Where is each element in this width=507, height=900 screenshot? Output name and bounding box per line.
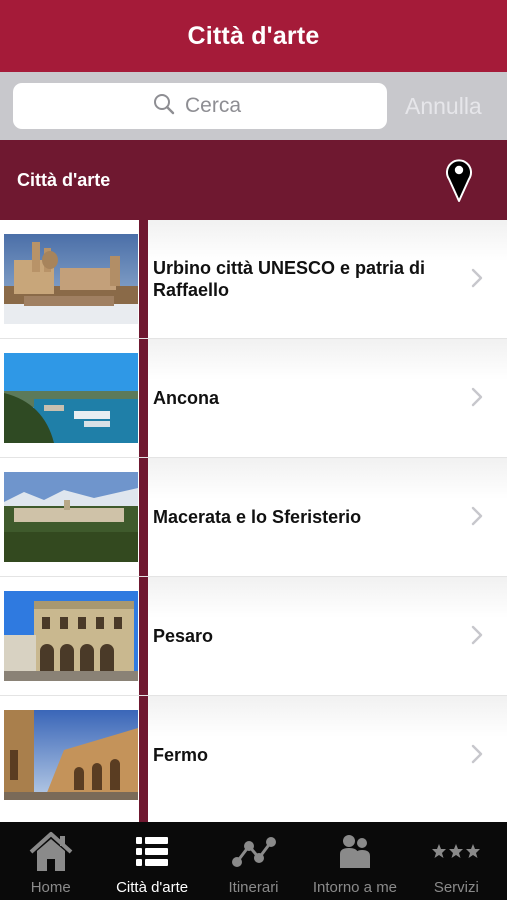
section-title: Città d'arte — [17, 169, 111, 190]
tab-label: Itinerari — [228, 879, 279, 896]
tab-label: Città d'arte — [116, 879, 189, 896]
search-input[interactable] — [185, 94, 247, 118]
chevron-right-icon — [471, 268, 483, 293]
urbino-thumbnail — [4, 234, 138, 324]
list-item-ancona[interactable]: Ancona — [0, 339, 507, 457]
macerata-thumbnail — [4, 472, 138, 562]
cancel-button[interactable]: Annulla — [405, 93, 482, 120]
chevron-right-icon — [471, 387, 483, 412]
list-item-cell: Fermo — [148, 696, 507, 814]
tab-itinerari[interactable]: Itinerari — [203, 822, 304, 900]
page-title: Città d'arte — [187, 21, 320, 50]
list-item-label: Fermo — [153, 745, 209, 765]
list-item-pesaro[interactable]: Pesaro — [0, 577, 507, 695]
tab-intorno-a-me[interactable]: Intorno a me — [304, 822, 405, 900]
chevron-right-icon — [471, 625, 483, 650]
stars-icon — [432, 831, 481, 873]
list-item-label: Macerata e lo Sferisterio — [153, 507, 362, 527]
chevron-right-icon — [471, 506, 483, 531]
route-icon — [231, 831, 276, 873]
list-item-cell: Urbino città UNESCO e patria di Raffaell… — [148, 220, 507, 338]
people-icon — [338, 831, 372, 873]
section-header: Città d'arte — [0, 140, 507, 220]
list-item-fermo[interactable]: Fermo — [0, 696, 507, 814]
list-item-macerata[interactable]: Macerata e lo Sferisterio — [0, 458, 507, 576]
search-field[interactable] — [13, 83, 387, 129]
tab-citta-darte[interactable]: Città d'arte — [101, 822, 202, 900]
list-item-label: Urbino città UNESCO e patria di Raffaell… — [153, 258, 426, 300]
list-item-cell: Pesaro — [148, 577, 507, 695]
map-pin-icon[interactable] — [445, 156, 473, 207]
home-icon — [28, 831, 74, 873]
tab-label: Home — [30, 879, 71, 896]
city-list: Urbino città UNESCO e patria di Raffaell… — [0, 220, 507, 822]
list-item-urbino[interactable]: Urbino città UNESCO e patria di Raffaell… — [0, 220, 507, 338]
list-item-cell: Macerata e lo Sferisterio — [148, 458, 507, 576]
ancona-thumbnail — [4, 353, 138, 443]
list-item-label: Pesaro — [153, 626, 214, 646]
tab-label: Servizi — [433, 879, 479, 896]
list-item-cell: Ancona — [148, 339, 507, 457]
tab-label: Intorno a me — [312, 879, 398, 896]
tab-home[interactable]: Home — [0, 822, 101, 900]
list-icon — [136, 831, 169, 873]
search-bar: Annulla — [0, 72, 507, 140]
nav-bar: Città d'arte — [0, 0, 507, 72]
tab-bar: Home Città d'arte Itinerari Intorno a me… — [0, 822, 507, 900]
tab-servizi[interactable]: Servizi — [406, 822, 507, 900]
chevron-right-icon — [471, 744, 483, 769]
fermo-thumbnail — [4, 710, 138, 800]
search-icon — [153, 93, 175, 120]
pesaro-thumbnail — [4, 591, 138, 681]
list-item-label: Ancona — [153, 388, 220, 408]
